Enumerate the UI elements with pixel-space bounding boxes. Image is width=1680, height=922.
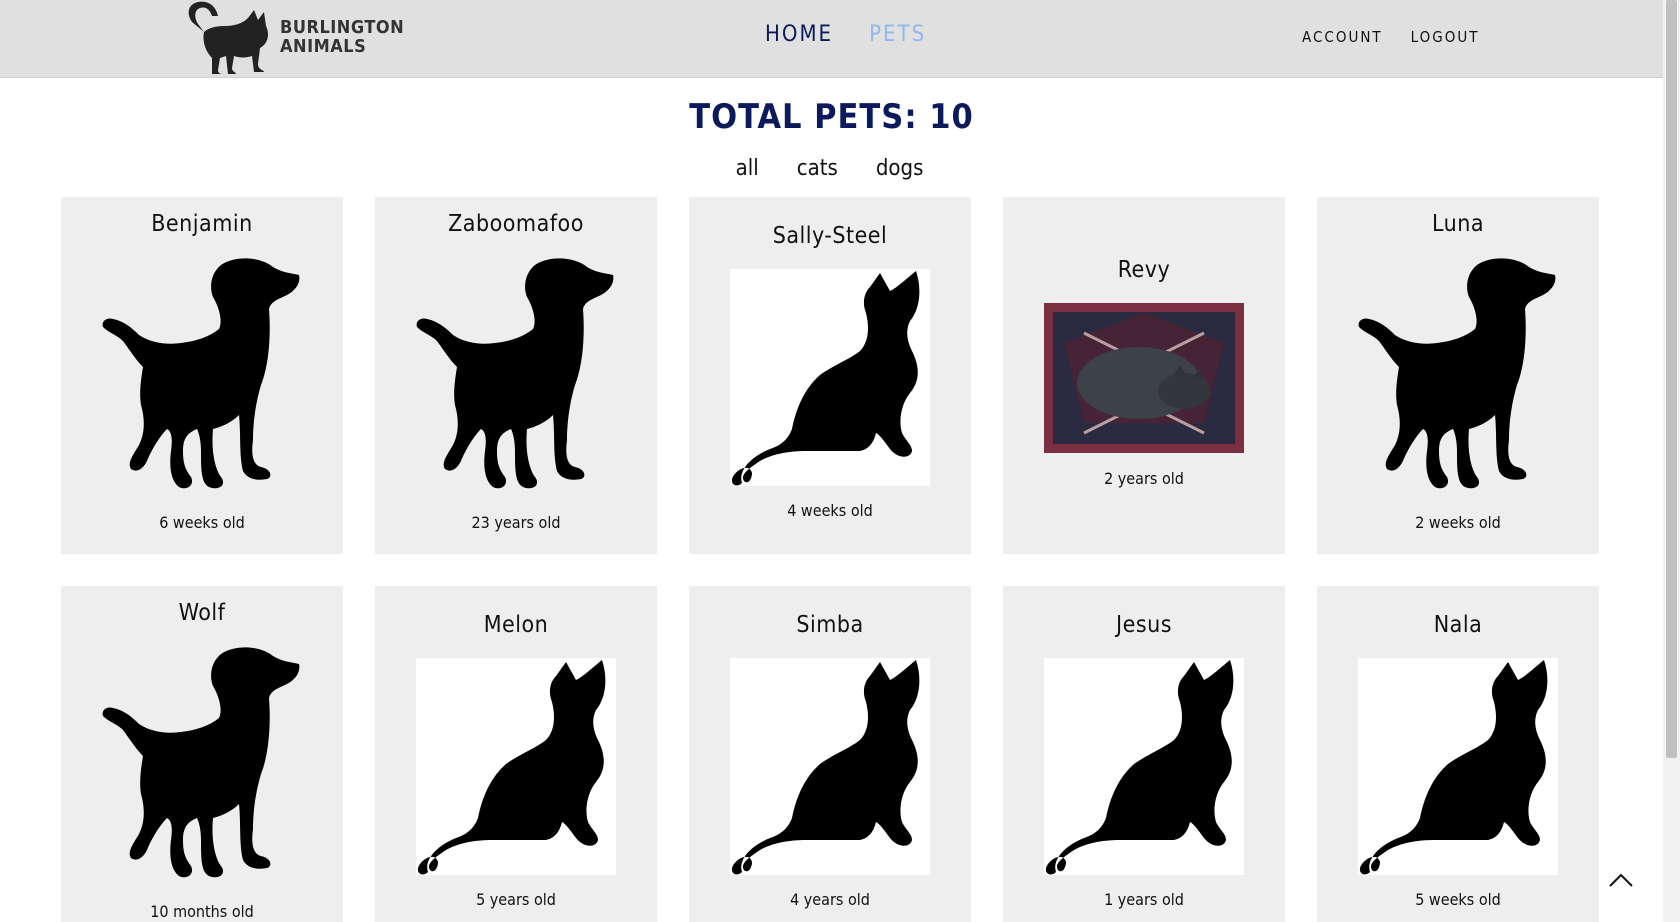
filter-dogs[interactable]: dogs [876,156,924,181]
pet-card[interactable]: Revy 2 years old [1003,197,1285,554]
pet-card[interactable]: Sally-Steel 4 weeks old [689,197,971,554]
pet-name: Jesus [1115,612,1172,638]
pet-age: 2 weeks old [1415,513,1501,532]
pet-card[interactable]: Simba 4 years old [689,586,971,922]
pet-age: 5 years old [476,890,556,909]
pet-photo-image [1044,303,1244,453]
brand-name: BURLINGTON ANIMALS [280,18,404,56]
page-title: TOTAL PETS: 10 [689,97,974,137]
vertical-scrollbar[interactable] [1663,0,1680,922]
pet-card[interactable]: Melon 5 years old [375,586,657,922]
pet-age: 2 years old [1104,469,1184,488]
cat-silhouette-image [730,269,930,486]
brand-line-2: ANIMALS [280,36,367,57]
pet-name: Revy [1117,257,1171,283]
dog-silhouette-image [1357,255,1557,497]
dog-silhouette-image [101,255,301,497]
pet-name: Wolf [178,600,226,626]
brand-logo-link[interactable]: BURLINGTON ANIMALS [184,0,404,74]
pet-age: 1 years old [1104,890,1184,909]
pet-name: Zaboomafoo [448,211,584,237]
pet-name: Simba [796,612,864,638]
pet-age: 10 months old [150,902,254,921]
nav-pets-link[interactable]: PETS [869,22,926,47]
brand-line-1: BURLINGTON [280,17,405,38]
pet-age: 4 years old [790,890,870,909]
cat-silhouette-image [730,658,930,875]
pet-age: 4 weeks old [787,501,873,520]
pet-card[interactable]: Zaboomafoo 23 years old [375,197,657,554]
pet-filter-bar: all cats dogs [0,156,1663,181]
pet-name: Nala [1433,612,1483,638]
pet-name: Melon [483,612,549,638]
pet-name: Benjamin [151,211,253,237]
pet-age: 23 years old [471,513,561,532]
nav-logout-link[interactable]: LOGOUT [1411,28,1480,46]
main-nav: HOME PETS [765,22,926,47]
scrollbar-thumb[interactable] [1666,0,1677,758]
pet-age: 6 weeks old [159,513,245,532]
cat-logo-icon [184,0,280,74]
account-nav: ACCOUNT LOGOUT [1302,28,1479,46]
pet-age: 5 weeks old [1415,890,1501,909]
pet-card[interactable]: Luna 2 weeks old [1317,197,1599,554]
cat-silhouette-image [416,658,616,875]
cat-silhouette-image [1044,658,1244,875]
chevron-up-icon[interactable] [1606,870,1636,890]
dog-silhouette-image [415,255,615,497]
dog-silhouette-image [101,644,301,886]
pet-card[interactable]: Jesus 1 years old [1003,586,1285,922]
pet-name: Sally-Steel [772,223,888,249]
nav-account-link[interactable]: ACCOUNT [1302,28,1383,46]
nav-home-link[interactable]: HOME [765,22,833,47]
pet-card[interactable]: Wolf 10 months old [61,586,343,922]
pet-name: Luna [1431,211,1485,237]
cat-silhouette-image [1358,658,1558,875]
page: BURLINGTON ANIMALS HOME PETS ACCOUNT LOG… [0,0,1663,922]
pet-card[interactable]: Benjamin 6 weeks old [61,197,343,554]
filter-cats[interactable]: cats [797,156,838,181]
filter-all[interactable]: all [736,156,759,181]
navbar: BURLINGTON ANIMALS HOME PETS ACCOUNT LOG… [0,0,1663,78]
pet-card[interactable]: Nala 5 weeks old [1317,586,1599,922]
